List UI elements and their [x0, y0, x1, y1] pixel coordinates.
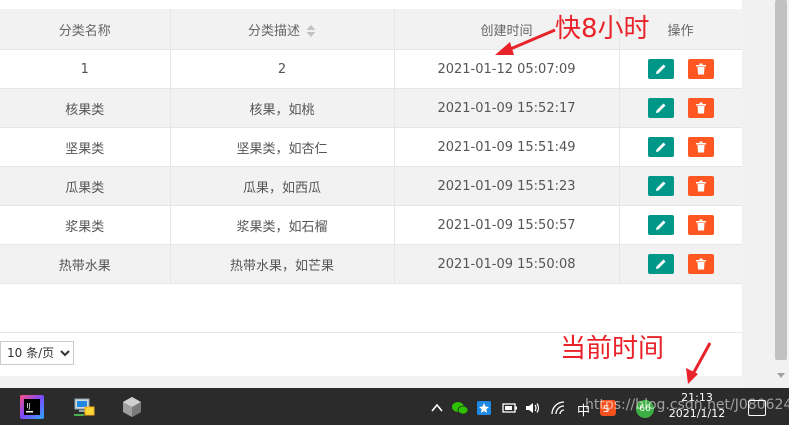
trash-icon — [695, 258, 706, 270]
table-row: 瓜果类 瓜果，如西瓜 2021-01-09 15:51:23 — [0, 166, 743, 206]
delete-button[interactable] — [687, 215, 714, 235]
cell-actions — [619, 166, 743, 206]
sort-icon[interactable] — [306, 25, 316, 37]
trash-icon — [695, 180, 706, 192]
edit-button[interactable] — [647, 176, 674, 196]
cell-desc: 瓜果，如西瓜 — [170, 166, 395, 206]
intellij-idea-icon[interactable]: IJ — [20, 395, 44, 419]
svg-text:IJ: IJ — [27, 402, 31, 410]
cell-created: 2021-01-09 15:50:08 — [394, 244, 620, 284]
edit-button[interactable] — [647, 137, 674, 157]
trash-icon — [695, 63, 706, 75]
pencil-icon — [655, 142, 665, 152]
network-computer-icon[interactable] — [72, 395, 96, 419]
wechat-icon[interactable] — [452, 400, 469, 415]
volume-icon[interactable] — [525, 400, 540, 414]
cell-created: 2021-01-09 15:51:49 — [394, 127, 620, 167]
cell-desc: 热带水果，如芒果 — [170, 244, 395, 284]
table-row: 1 2 2021-01-12 05:07:09 — [0, 49, 743, 89]
delete-button[interactable] — [687, 254, 714, 274]
edit-button[interactable] — [647, 254, 674, 274]
pencil-icon — [655, 181, 665, 191]
edit-button[interactable] — [647, 215, 674, 235]
cell-created: 2021-01-09 15:50:57 — [394, 205, 620, 245]
wifi-icon[interactable] — [550, 400, 565, 415]
table-row: 坚果类 坚果类，如杏仁 2021-01-09 15:51:49 — [0, 127, 743, 167]
scroll-down-arrow-icon[interactable] — [777, 373, 785, 378]
pencil-icon — [655, 259, 665, 269]
header-desc[interactable]: 分类描述 — [170, 9, 395, 50]
edit-button[interactable] — [647, 59, 674, 79]
battery-icon[interactable] — [502, 400, 517, 414]
cell-created: 2021-01-09 15:51:23 — [394, 166, 620, 206]
delete-button[interactable] — [687, 59, 714, 79]
taskbar-clock[interactable]: 21:13 2021/1/12 — [667, 390, 727, 422]
pagination: 10 条/页 — [0, 341, 74, 365]
delete-button[interactable] — [687, 137, 714, 157]
category-table: 分类名称 分类描述 创建时间 操作 1 2 2021-01-12 05:07:0… — [0, 9, 743, 284]
delete-button[interactable] — [687, 176, 714, 196]
pencil-icon — [655, 220, 665, 230]
annotation-current-time: 当前时间 — [560, 334, 665, 364]
cell-name: 1 — [0, 49, 171, 89]
annotation-fast-8-hours: 快8小时 — [555, 14, 650, 44]
cell-created: 2021-01-12 05:07:09 — [394, 49, 620, 89]
cell-name: 热带水果 — [0, 244, 171, 284]
table-row: 浆果类 浆果类，如石榴 2021-01-09 15:50:57 — [0, 205, 743, 245]
scrollbar-thumb[interactable] — [775, 0, 787, 360]
cell-name: 浆果类 — [0, 205, 171, 245]
cell-desc: 浆果类，如石榴 — [170, 205, 395, 245]
table-row: 热带水果 热带水果，如芒果 2021-01-09 15:50:08 — [0, 244, 743, 284]
notification-icon[interactable] — [748, 400, 766, 416]
content-bottom-strip — [0, 376, 742, 388]
edit-button[interactable] — [647, 98, 674, 118]
trash-icon — [695, 141, 706, 153]
cell-actions — [619, 205, 743, 245]
cell-actions — [619, 49, 743, 89]
delete-button[interactable] — [687, 98, 714, 118]
cell-actions — [619, 88, 743, 128]
cell-name: 核果类 — [0, 88, 171, 128]
header-name: 分类名称 — [0, 9, 171, 50]
cell-desc: 坚果类，如杏仁 — [170, 127, 395, 167]
cell-desc: 2 — [170, 49, 395, 89]
table-row: 核果类 核果，如桃 2021-01-09 15:52:17 — [0, 88, 743, 128]
table-footer-space — [0, 284, 742, 333]
cell-actions — [619, 244, 743, 284]
virtual-box-icon[interactable] — [120, 395, 144, 419]
pencil-icon — [655, 103, 665, 113]
clock-time: 21:13 — [681, 391, 713, 404]
trash-icon — [695, 219, 706, 231]
star-app-icon[interactable] — [477, 400, 491, 415]
cell-created: 2021-01-09 15:52:17 — [394, 88, 620, 128]
chevron-up-icon[interactable] — [430, 400, 444, 414]
page-size-select[interactable]: 10 条/页 — [0, 341, 74, 365]
pencil-icon — [655, 64, 665, 74]
cell-desc: 核果，如桃 — [170, 88, 395, 128]
clock-date: 2021/1/12 — [668, 407, 726, 420]
cell-actions — [619, 127, 743, 167]
cell-name: 瓜果类 — [0, 166, 171, 206]
cell-name: 坚果类 — [0, 127, 171, 167]
trash-icon — [695, 102, 706, 114]
